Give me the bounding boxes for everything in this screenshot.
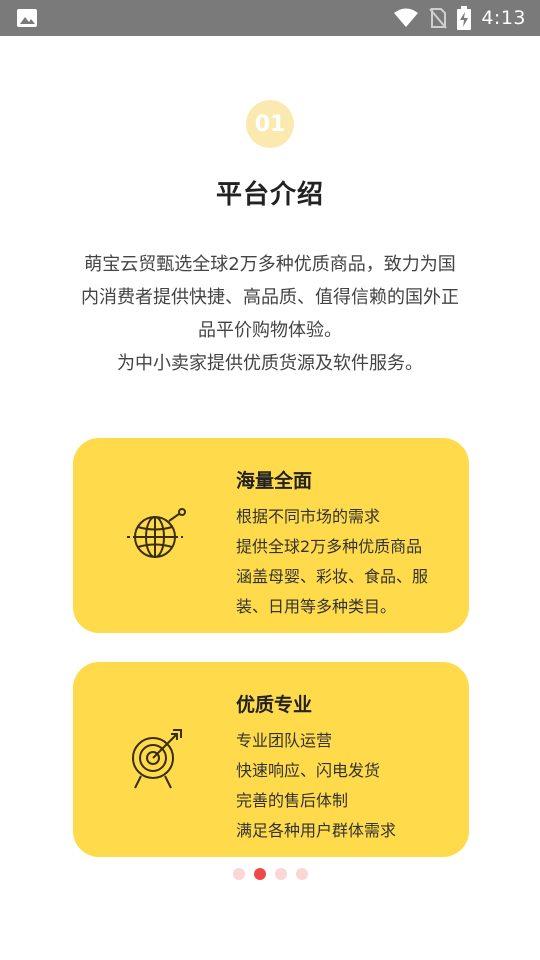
intro-line: 萌宝云贸甄选全球2万多种优质商品，致力为国 xyxy=(84,254,456,275)
page-dot-active[interactable] xyxy=(254,868,266,880)
card-line: 涵盖母婴、彩妆、食品、服 xyxy=(236,567,429,586)
card-line: 提供全球2万多种优质商品 xyxy=(236,537,423,556)
card-line: 完善的售后体制 xyxy=(236,791,349,810)
page-title: 平台介绍 xyxy=(215,180,324,210)
intro-line: 为中小卖家提供优质货源及软件服务。 xyxy=(117,353,423,374)
intro-line: 内消费者提供快捷、高品质、值得信赖的国外正 xyxy=(81,287,459,308)
intro-text: 萌宝云贸甄选全球2万多种优质商品，致力为国 内消费者提供快捷、高品质、值得信赖的… xyxy=(70,248,470,380)
card-line: 专业团队运营 xyxy=(236,731,333,750)
page-dot[interactable] xyxy=(275,868,287,880)
globe-icon xyxy=(127,508,186,558)
card-title: 海量全面 xyxy=(236,470,313,492)
page-dot[interactable] xyxy=(296,868,308,880)
no-sim-icon xyxy=(429,8,448,29)
battery-charging-icon xyxy=(457,6,472,30)
card-title: 优质专业 xyxy=(236,694,313,716)
status-time: 4:13 xyxy=(481,7,526,29)
target-icon xyxy=(132,729,182,789)
image-icon xyxy=(17,9,37,27)
feature-card-comprehensive: 海量全面 根据不同市场的需求 提供全球2万多种优质商品 涵盖母婴、彩妆、食品、服… xyxy=(73,438,469,633)
card-line: 快速响应、闪电发货 xyxy=(236,761,381,780)
status-bar: 4:13 xyxy=(0,0,540,36)
page-indicator xyxy=(233,868,308,880)
feature-card-professional: 优质专业 专业团队运营 快速响应、闪电发货 完善的售后体制 满足各种用户群体需求 xyxy=(73,662,469,857)
card-line: 装、日用等多种类目。 xyxy=(236,597,397,616)
step-badge: 01 xyxy=(246,100,294,148)
card-line: 根据不同市场的需求 xyxy=(236,507,381,526)
page-dot[interactable] xyxy=(233,868,245,880)
intro-line: 品平价购物体验。 xyxy=(198,320,342,341)
card-line: 满足各种用户群体需求 xyxy=(236,821,397,840)
wifi-icon xyxy=(394,8,419,27)
